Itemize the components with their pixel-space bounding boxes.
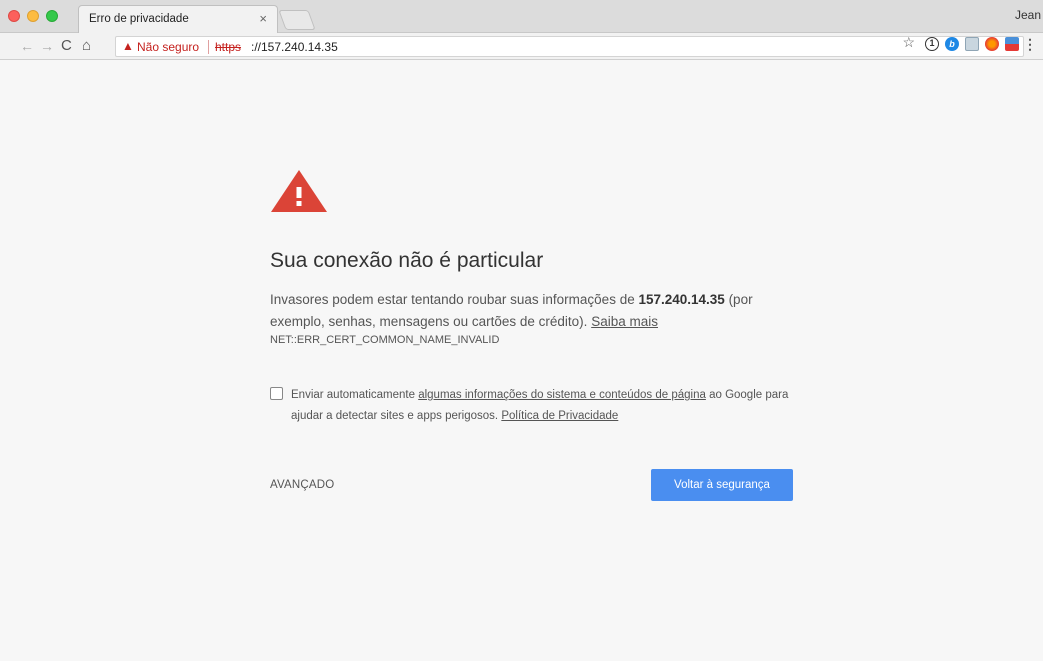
page-title: Sua conexão não é particular [270,249,544,272]
report-optin-text: Enviar automaticamente algumas informaçõ… [291,385,791,427]
learn-more-link[interactable]: Saiba mais [591,314,658,329]
bookmark-star-icon[interactable]: ☆ [902,34,915,51]
1password-icon[interactable]: 1 [925,37,939,51]
report-checkbox[interactable] [270,387,283,400]
new-tab-button[interactable] [278,10,316,30]
extension-circle-icon[interactable] [985,37,999,51]
address-bar[interactable]: ▲ Não seguro https ://157.240.14.35 [115,36,1024,57]
explanation-prefix: Invasores podem estar tentando roubar su… [270,292,639,307]
forward-icon[interactable]: → [40,37,54,55]
menu-icon[interactable]: ⋮ [1023,37,1037,51]
error-explanation: Invasores podem estar tentando roubar su… [270,289,790,333]
privacy-policy-link[interactable]: Política de Privacidade [501,410,618,422]
extension-b-icon[interactable]: b [945,37,959,51]
advanced-button[interactable]: AVANÇADO [270,479,334,491]
reload-icon[interactable]: C [61,37,72,55]
url-host: ://157.240.14.35 [251,40,338,54]
optin-prefix: Enviar automaticamente [291,389,419,401]
cast-icon[interactable] [965,37,979,51]
window-close-button[interactable] [8,10,20,22]
warning-triangle-icon[interactable]: ▲ [122,39,134,53]
home-icon[interactable]: ⌂ [82,37,91,55]
window-maximize-button[interactable] [46,10,58,22]
extension-flag-icon[interactable] [1005,37,1019,51]
tab-close-icon[interactable]: × [259,11,267,26]
tab-active[interactable]: Erro de privacidade × [78,5,278,33]
tab-title: Erro de privacidade [89,13,189,25]
profile-name[interactable]: Jean [1015,8,1041,22]
system-info-link[interactable]: algumas informações do sistema e conteúd… [418,389,706,401]
warning-triangle-icon [271,170,327,212]
security-indicator[interactable]: Não seguro [137,40,199,54]
error-code: NET::ERR_CERT_COMMON_NAME_INVALID [270,334,500,346]
address-separator [208,40,209,54]
browser-toolbar: ← → C ⌂ ▲ Não seguro https ://157.240.14… [0,33,1043,60]
back-icon[interactable]: ← [20,37,34,55]
title-bar: Erro de privacidade × Jean [0,0,1043,33]
url-scheme: https [215,40,242,54]
host-name: 157.240.14.35 [638,292,725,307]
window-minimize-button[interactable] [27,10,39,22]
back-to-safety-button[interactable]: Voltar à segurança [651,469,793,501]
